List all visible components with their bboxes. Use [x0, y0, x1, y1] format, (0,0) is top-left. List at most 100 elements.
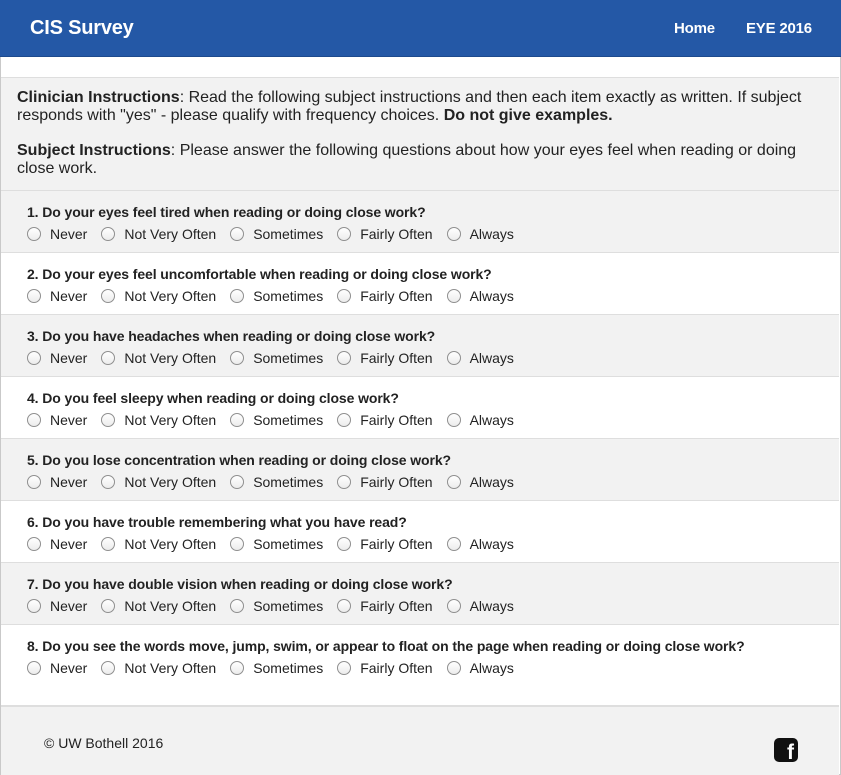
answer-option[interactable]: Fairly Often	[337, 536, 433, 552]
radio-button[interactable]	[446, 227, 461, 241]
answer-option[interactable]: Fairly Often	[337, 226, 433, 242]
answer-option[interactable]: Not Very Often	[101, 598, 216, 614]
answer-option[interactable]: Not Very Often	[101, 226, 216, 242]
answer-option[interactable]: Always	[446, 536, 514, 552]
answer-option[interactable]: Sometimes	[230, 226, 323, 242]
radio-button[interactable]	[101, 351, 116, 365]
option-label: Always	[469, 288, 514, 304]
answer-option[interactable]: Not Very Often	[101, 288, 216, 304]
question-item: 8. Do you see the words move, jump, swim…	[1, 625, 839, 706]
answer-option[interactable]: Never	[27, 412, 87, 428]
radio-button[interactable]	[101, 537, 116, 551]
radio-button[interactable]	[230, 475, 245, 489]
answer-option[interactable]: Fairly Often	[337, 350, 433, 366]
answer-option[interactable]: Fairly Often	[337, 598, 433, 614]
radio-button[interactable]	[101, 475, 116, 489]
radio-button[interactable]	[446, 289, 461, 303]
radio-button[interactable]	[446, 599, 461, 613]
answer-option[interactable]: Always	[446, 474, 514, 490]
answer-option[interactable]: Never	[27, 288, 87, 304]
option-label: Never	[50, 412, 88, 428]
radio-button[interactable]	[27, 351, 41, 365]
answer-option[interactable]: Always	[446, 288, 514, 304]
answer-option[interactable]: Always	[446, 350, 514, 366]
radio-button[interactable]	[337, 351, 352, 365]
radio-button[interactable]	[446, 475, 461, 489]
nav-link-eye-2016[interactable]: EYE 2016	[746, 20, 812, 37]
answer-option[interactable]: Sometimes	[230, 350, 323, 366]
answer-option[interactable]: Sometimes	[230, 598, 323, 614]
radio-button[interactable]	[337, 537, 352, 551]
radio-button[interactable]	[101, 413, 116, 427]
radio-button[interactable]	[27, 413, 41, 427]
radio-button[interactable]	[230, 289, 245, 303]
question-text: 3. Do you have headaches when reading or…	[27, 328, 436, 344]
radio-button[interactable]	[230, 413, 245, 427]
radio-button[interactable]	[27, 289, 41, 303]
radio-button[interactable]	[230, 351, 245, 365]
radio-button[interactable]	[337, 413, 352, 427]
option-label: Sometimes	[253, 350, 324, 366]
answer-option[interactable]: Fairly Often	[337, 412, 433, 428]
radio-button[interactable]	[446, 661, 461, 675]
option-label: Always	[469, 474, 514, 490]
option-label: Not Very Often	[124, 288, 217, 304]
answer-option[interactable]: Fairly Often	[337, 660, 433, 676]
radio-button[interactable]	[101, 661, 116, 675]
answer-option[interactable]: Always	[446, 598, 514, 614]
answer-option[interactable]: Fairly Often	[337, 288, 433, 304]
option-label: Never	[50, 474, 88, 490]
radio-button[interactable]	[230, 599, 245, 613]
answer-option[interactable]: Never	[27, 536, 87, 552]
radio-button[interactable]	[101, 599, 116, 613]
answer-option[interactable]: Always	[446, 412, 514, 428]
radio-button[interactable]	[230, 661, 245, 675]
radio-button[interactable]	[230, 537, 245, 551]
radio-button[interactable]	[446, 537, 461, 551]
answer-option[interactable]: Not Very Often	[101, 350, 216, 366]
answer-option[interactable]: Never	[27, 660, 87, 676]
radio-button[interactable]	[27, 599, 41, 613]
answer-option[interactable]: Fairly Often	[337, 474, 433, 490]
answer-option[interactable]: Never	[27, 350, 87, 366]
radio-button[interactable]	[230, 227, 245, 241]
radio-button[interactable]	[337, 227, 352, 241]
radio-button[interactable]	[446, 413, 461, 427]
radio-button[interactable]	[337, 661, 352, 675]
radio-button[interactable]	[337, 289, 352, 303]
radio-button[interactable]	[446, 351, 461, 365]
clinician-instructions: Clinician Instructions: Read the followi…	[17, 89, 802, 124]
answer-options: Never Not Very Often Sometimes Fairly Often…	[27, 658, 839, 678]
facebook-icon[interactable]: f	[774, 738, 798, 763]
option-label: Not Very Often	[124, 536, 217, 552]
answer-options: Never Not Very Often Sometimes Fairly Often…	[27, 410, 839, 430]
radio-button[interactable]	[27, 661, 41, 675]
option-label: Fairly Often	[360, 350, 433, 366]
answer-option[interactable]: Never	[27, 598, 87, 614]
answer-option[interactable]: Sometimes	[230, 474, 323, 490]
radio-button[interactable]	[27, 537, 41, 551]
radio-button[interactable]	[27, 475, 41, 489]
answer-option[interactable]: Sometimes	[230, 660, 323, 676]
answer-option[interactable]: Always	[446, 660, 514, 676]
answer-option[interactable]: Never	[27, 226, 87, 242]
radio-button[interactable]	[27, 227, 41, 241]
radio-button[interactable]	[101, 289, 116, 303]
answer-option[interactable]: Sometimes	[230, 288, 323, 304]
answer-option[interactable]: Not Very Often	[101, 660, 216, 676]
option-label: Not Very Often	[124, 226, 217, 242]
radio-button[interactable]	[101, 227, 116, 241]
answer-option[interactable]: Always	[446, 226, 514, 242]
answer-option[interactable]: Sometimes	[230, 536, 323, 552]
answer-option[interactable]: Not Very Often	[101, 536, 216, 552]
radio-button[interactable]	[337, 599, 352, 613]
brand-link[interactable]: CIS Survey	[30, 17, 134, 40]
question-text: 8. Do you see the words move, jump, swim…	[27, 638, 745, 654]
answer-option[interactable]: Not Very Often	[101, 412, 216, 428]
option-label: Never	[50, 598, 88, 614]
answer-option[interactable]: Sometimes	[230, 412, 323, 428]
radio-button[interactable]	[337, 475, 352, 489]
answer-option[interactable]: Not Very Often	[101, 474, 216, 490]
nav-link-home[interactable]: Home	[674, 20, 715, 37]
answer-option[interactable]: Never	[27, 474, 87, 490]
